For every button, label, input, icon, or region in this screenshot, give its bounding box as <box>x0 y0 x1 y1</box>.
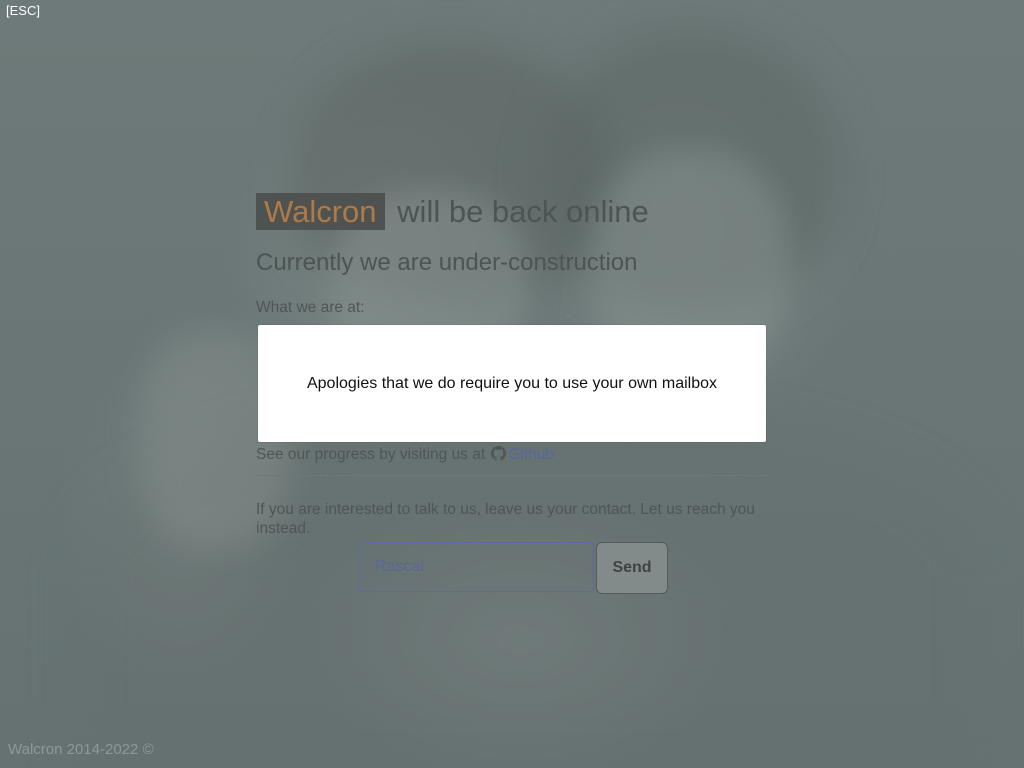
notice-dialog: Apologies that we do require you to use … <box>258 325 766 442</box>
status-label: What we are at: <box>256 299 365 316</box>
progress-text: See our progress by visiting us at <box>256 446 486 463</box>
contact-form: Send <box>358 542 668 594</box>
github-link[interactable]: Github <box>508 446 554 463</box>
page-title: Walcron will be back online <box>256 192 768 232</box>
subtitle: Currently we are under-construction <box>256 249 638 276</box>
contact-text: If you are interested to talk to us, lea… <box>256 500 755 537</box>
headline-text: will be back online <box>397 194 649 229</box>
divider <box>256 475 768 476</box>
github-icon <box>491 446 507 461</box>
email-input[interactable] <box>358 542 594 592</box>
send-button[interactable]: Send <box>596 542 668 594</box>
brand-name: Walcron <box>256 193 385 230</box>
progress-line: See our progress by visiting us at Githu… <box>256 446 554 464</box>
escape-link[interactable]: [ESC] <box>6 3 40 18</box>
main-content: Walcron will be back online Currently we… <box>256 192 768 537</box>
footer-copyright: Walcron 2014-2022 © <box>8 741 154 758</box>
dialog-message: Apologies that we do require you to use … <box>306 374 717 392</box>
